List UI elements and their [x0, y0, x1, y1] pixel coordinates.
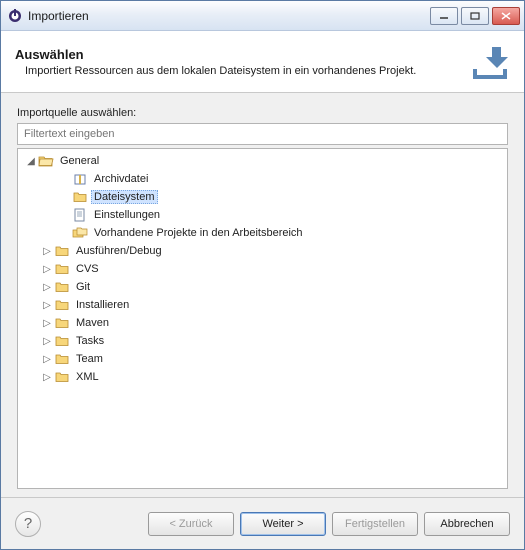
tree-node-existing-projects[interactable]: Vorhandene Projekte in den Arbeitsbereic…: [18, 224, 507, 242]
folder-icon: [54, 261, 70, 277]
tree-label: Maven: [73, 317, 112, 329]
wizard-content: Importquelle auswählen: ◢ General Archiv…: [1, 93, 524, 497]
folder-icon: [54, 369, 70, 385]
tree-label: Team: [73, 353, 106, 365]
help-button[interactable]: ?: [15, 511, 41, 537]
tree-label: General: [57, 155, 102, 167]
tree-label: XML: [73, 371, 102, 383]
collapse-arrow-icon[interactable]: ▷: [40, 372, 54, 383]
banner-title: Auswählen: [15, 47, 468, 62]
tree-node-preferences[interactable]: Einstellungen: [18, 206, 507, 224]
tree-label: Git: [73, 281, 93, 293]
projects-icon: [72, 225, 88, 241]
page-icon: [72, 207, 88, 223]
titlebar[interactable]: Importieren: [1, 1, 524, 31]
tree-node-cvs[interactable]: ▷ CVS: [18, 260, 507, 278]
folder-icon: [54, 315, 70, 331]
wizard-footer: ? < Zurück Weiter > Fertigstellen Abbrec…: [1, 497, 524, 549]
import-source-tree[interactable]: ◢ General Archivdatei Dateisystem Einste…: [17, 148, 508, 489]
tree-node-git[interactable]: ▷ Git: [18, 278, 507, 296]
collapse-arrow-icon[interactable]: ▷: [40, 354, 54, 365]
expand-arrow-icon[interactable]: ◢: [24, 156, 38, 167]
window-controls: [430, 7, 520, 25]
archive-icon: [72, 171, 88, 187]
wizard-banner: Auswählen Importiert Ressourcen aus dem …: [1, 31, 524, 93]
folder-icon: [54, 351, 70, 367]
folder-icon: [54, 297, 70, 313]
folder-icon: [54, 279, 70, 295]
close-button[interactable]: [492, 7, 520, 25]
import-icon: [468, 40, 512, 84]
tree-node-install[interactable]: ▷ Installieren: [18, 296, 507, 314]
tree-label: Ausführen/Debug: [73, 245, 165, 257]
app-icon: [7, 8, 23, 24]
tree-node-general[interactable]: ◢ General: [18, 152, 507, 170]
tree-label: Archivdatei: [91, 173, 151, 185]
finish-button: Fertigstellen: [332, 512, 418, 536]
collapse-arrow-icon[interactable]: ▷: [40, 336, 54, 347]
back-button: < Zurück: [148, 512, 234, 536]
tree-label: Dateisystem: [91, 190, 158, 204]
banner-description: Importiert Ressourcen aus dem lokalen Da…: [25, 65, 468, 77]
tree-node-xml[interactable]: ▷ XML: [18, 368, 507, 386]
maximize-button[interactable]: [461, 7, 489, 25]
tree-label: Installieren: [73, 299, 132, 311]
collapse-arrow-icon[interactable]: ▷: [40, 246, 54, 257]
tree-node-archive[interactable]: Archivdatei: [18, 170, 507, 188]
collapse-arrow-icon[interactable]: ▷: [40, 300, 54, 311]
folder-icon: [72, 189, 88, 205]
tree-node-run-debug[interactable]: ▷ Ausführen/Debug: [18, 242, 507, 260]
tree-label: Einstellungen: [91, 209, 163, 221]
collapse-arrow-icon[interactable]: ▷: [40, 282, 54, 293]
import-wizard-window: Importieren Auswählen Importiert Ressour…: [0, 0, 525, 550]
source-label: Importquelle auswählen:: [17, 107, 508, 119]
tree-node-team[interactable]: ▷ Team: [18, 350, 507, 368]
collapse-arrow-icon[interactable]: ▷: [40, 318, 54, 329]
tree-label: CVS: [73, 263, 102, 275]
tree-node-filesystem[interactable]: Dateisystem: [18, 188, 507, 206]
filter-input[interactable]: [17, 123, 508, 145]
cancel-button[interactable]: Abbrechen: [424, 512, 510, 536]
folder-icon: [54, 333, 70, 349]
tree-node-maven[interactable]: ▷ Maven: [18, 314, 507, 332]
window-title: Importieren: [28, 9, 430, 23]
open-folder-icon: [38, 153, 54, 169]
minimize-button[interactable]: [430, 7, 458, 25]
next-button[interactable]: Weiter >: [240, 512, 326, 536]
folder-icon: [54, 243, 70, 259]
tree-node-tasks[interactable]: ▷ Tasks: [18, 332, 507, 350]
tree-label: Tasks: [73, 335, 107, 347]
tree-label: Vorhandene Projekte in den Arbeitsbereic…: [91, 227, 306, 239]
collapse-arrow-icon[interactable]: ▷: [40, 264, 54, 275]
help-icon: ?: [24, 515, 32, 532]
